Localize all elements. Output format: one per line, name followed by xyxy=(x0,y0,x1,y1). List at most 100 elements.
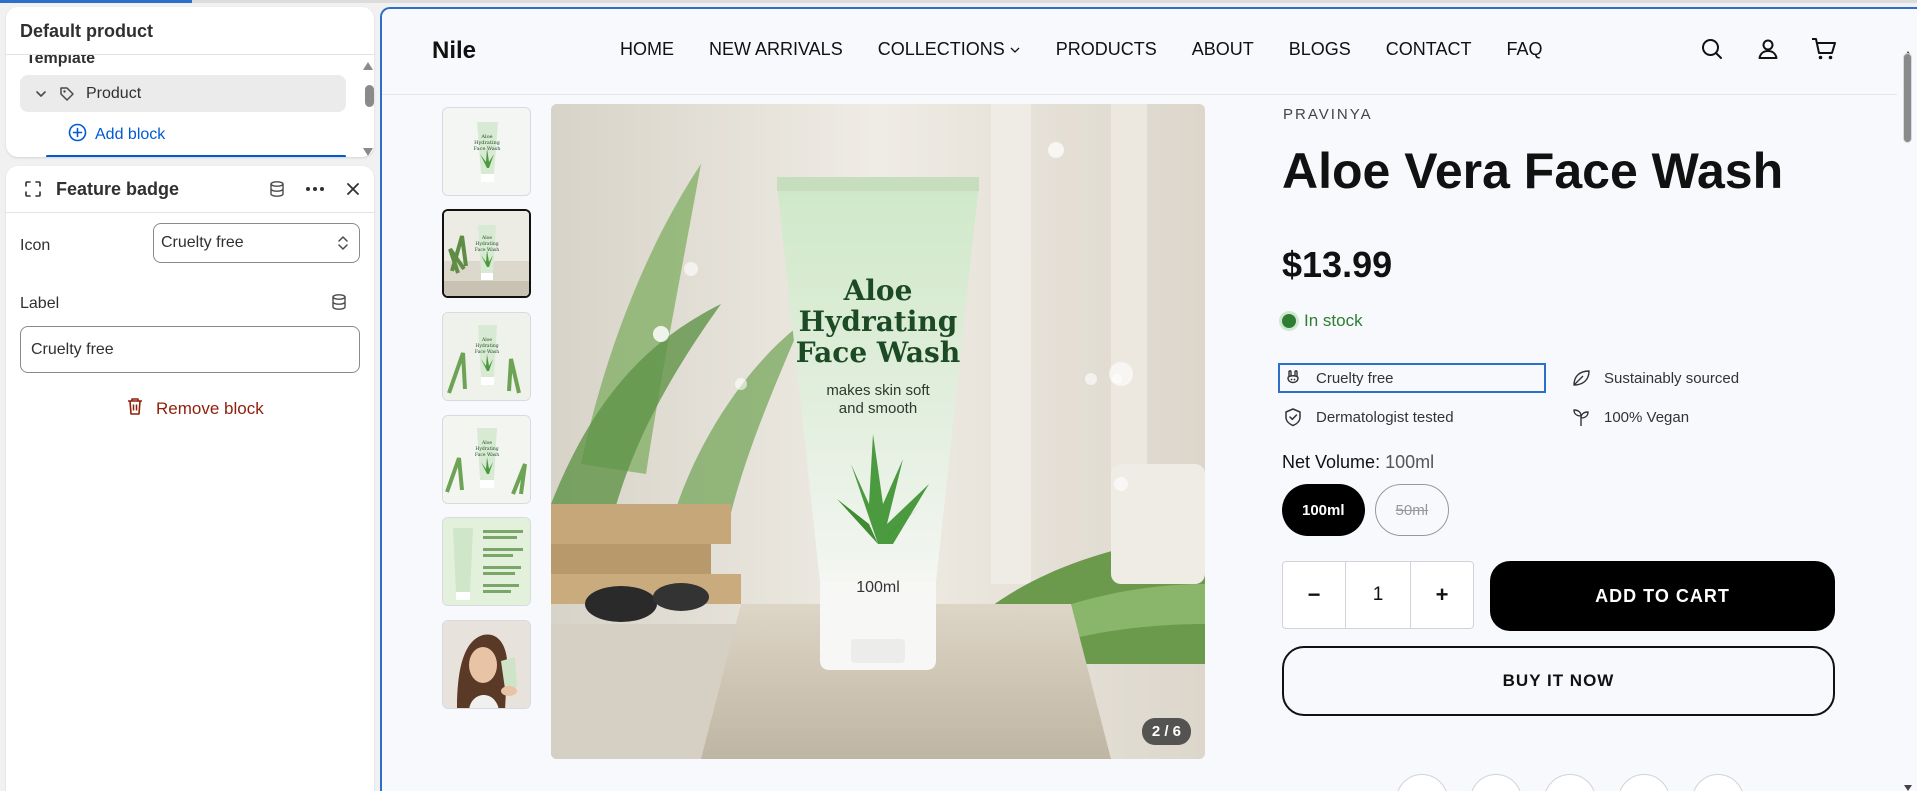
select-arrows-icon xyxy=(337,234,349,252)
label-input[interactable]: Cruelty free xyxy=(20,326,360,373)
thumbnail-tube-text: Face Wash xyxy=(475,247,499,253)
feature-badge[interactable]: Dermatologist tested xyxy=(1282,406,1454,428)
template-section-label: Template xyxy=(26,50,96,67)
chevron-down-icon xyxy=(1009,45,1021,55)
store-logo[interactable]: Nile xyxy=(432,37,476,65)
cruelty-free-icon xyxy=(1282,367,1304,389)
header-icons xyxy=(1698,35,1838,63)
plus-circle-icon xyxy=(68,123,87,147)
tube-name-line: Face Wash xyxy=(796,336,960,369)
thumbnail-tube-text: Face Wash xyxy=(475,452,499,458)
tag-icon xyxy=(56,85,78,103)
more-options-icon[interactable] xyxy=(302,176,328,202)
nav-collections[interactable]: COLLECTIONS xyxy=(878,39,1021,60)
nav-new-arrivals[interactable]: NEW ARRIVALS xyxy=(709,39,843,60)
feature-badge-label: Cruelty free xyxy=(1316,369,1394,387)
image-counter: 2 / 6 xyxy=(1141,718,1191,745)
section-tree-card: Default product Template Product Add blo… xyxy=(6,7,374,157)
divider xyxy=(6,212,374,213)
feature-badge-selected[interactable]: Cruelty free xyxy=(1278,363,1546,393)
scroll-down-arrow-icon[interactable] xyxy=(361,145,374,157)
block-settings-header: Feature badge xyxy=(6,166,374,212)
site-header: Nile HOME NEW ARRIVALS COLLECTIONS PRODU… xyxy=(382,9,1897,95)
tube-name-line: Aloe xyxy=(843,274,913,307)
variant-option-unavailable[interactable]: 50ml xyxy=(1374,484,1450,536)
tree-item-product[interactable]: Product xyxy=(20,75,346,112)
in-stock-dot-icon xyxy=(1282,314,1296,328)
nav-products[interactable]: PRODUCTS xyxy=(1056,39,1157,60)
remove-block-button[interactable]: Remove block xyxy=(126,397,264,421)
share-button[interactable] xyxy=(1618,774,1670,791)
scrollbar-thumb[interactable] xyxy=(1903,53,1912,143)
feature-badge[interactable]: 100% Vegan xyxy=(1570,406,1689,428)
chevron-down-icon[interactable] xyxy=(28,87,54,101)
option-value: 100ml xyxy=(1385,452,1435,472)
remove-block-label: Remove block xyxy=(156,399,264,418)
cart-icon[interactable] xyxy=(1810,35,1838,63)
thumbnail-tube-text: Face Wash xyxy=(475,349,499,355)
add-block-button[interactable]: Add block xyxy=(68,123,165,147)
thumbnail-tube-text: Hydrating xyxy=(475,446,498,452)
nav-faq[interactable]: FAQ xyxy=(1506,39,1542,60)
option-name: Net Volume xyxy=(1282,452,1376,472)
account-icon[interactable] xyxy=(1754,35,1782,63)
scroll-up-arrow-icon[interactable] xyxy=(361,59,374,77)
tube-tagline: and smooth xyxy=(839,400,917,417)
variant-option-label: Net Volume: 100ml xyxy=(1282,452,1435,472)
share-button[interactable] xyxy=(1692,774,1744,791)
quantity-increase-button[interactable]: + xyxy=(1411,562,1473,628)
thumbnail-tube-text: Aloe xyxy=(481,440,492,446)
thumbnail-tube-text: Aloe xyxy=(481,235,492,241)
quantity-stepper: − 1 + xyxy=(1282,561,1474,629)
nav-blogs[interactable]: BLOGS xyxy=(1289,39,1351,60)
template-title: Default product xyxy=(20,21,153,41)
add-to-cart-button[interactable]: ADD TO CART xyxy=(1490,561,1835,631)
block-title: Feature badge xyxy=(56,178,180,199)
close-icon[interactable] xyxy=(340,176,366,202)
sprout-icon xyxy=(1570,406,1592,428)
share-buttons xyxy=(1396,774,1744,791)
icon-select-value: Cruelty free xyxy=(161,234,244,251)
quantity-decrease-button[interactable]: − xyxy=(1283,562,1345,628)
thumbnail-tube-text: Face Wash xyxy=(474,146,502,152)
nav-collections-label: COLLECTIONS xyxy=(877,39,1005,59)
share-button[interactable] xyxy=(1470,774,1522,791)
share-button[interactable] xyxy=(1396,774,1448,791)
feature-badge[interactable]: Sustainably sourced xyxy=(1570,367,1739,389)
block-settings-card: Feature badge Icon Cruelty free Label Cr… xyxy=(6,166,374,791)
share-button[interactable] xyxy=(1544,774,1596,791)
search-icon[interactable] xyxy=(1698,35,1726,63)
add-block-label: Add block xyxy=(95,126,166,143)
shield-icon xyxy=(1282,406,1304,428)
thumbnail-tube-text: Hydrating xyxy=(475,241,498,247)
theme-editor-sidebar: Default product Template Product Add blo… xyxy=(0,3,380,791)
nav-home[interactable]: HOME xyxy=(620,39,674,60)
icon-select[interactable]: Cruelty free xyxy=(153,223,360,263)
tube-tagline: makes skin soft xyxy=(826,382,930,399)
preview-scrollbar[interactable] xyxy=(1897,9,1917,791)
stock-status-label: In stock xyxy=(1304,311,1363,330)
product-thumbnail[interactable] xyxy=(442,517,531,606)
product-vendor: PRAVINYA xyxy=(1283,106,1373,123)
nav-contact[interactable]: CONTACT xyxy=(1386,39,1472,60)
focus-frame-icon xyxy=(24,180,42,198)
quantity-input[interactable]: 1 xyxy=(1345,562,1411,628)
product-thumbnail-selected[interactable]: Aloe Hydrating Face Wash xyxy=(442,209,531,298)
product-thumbnail[interactable]: Aloe Hydrating Face Wash xyxy=(442,415,531,504)
scroll-down-arrow-icon[interactable] xyxy=(1903,779,1913,791)
buy-it-now-button[interactable]: BUY IT NOW xyxy=(1282,646,1835,716)
feature-badge-label: 100% Vegan xyxy=(1604,408,1690,426)
icon-field-label: Icon xyxy=(20,237,51,254)
dynamic-source-icon[interactable] xyxy=(330,293,348,316)
product-thumbnail[interactable]: Aloe Hydrating Face Wash xyxy=(442,107,531,196)
variant-option-selected[interactable]: 100ml xyxy=(1282,484,1365,536)
tree-item-label: Product xyxy=(86,84,142,102)
product-main-image[interactable]: Aloe Hydrating Face Wash makes skin soft… xyxy=(551,104,1205,759)
database-icon[interactable] xyxy=(264,176,290,202)
nav-about[interactable]: ABOUT xyxy=(1192,39,1254,60)
feature-badge-label: Dermatologist tested xyxy=(1316,408,1454,426)
product-thumbnail[interactable]: Aloe Hydrating Face Wash xyxy=(442,312,531,401)
scrollbar-thumb[interactable] xyxy=(365,85,374,107)
selected-block-indicator xyxy=(46,155,346,157)
product-thumbnail[interactable] xyxy=(442,620,531,709)
